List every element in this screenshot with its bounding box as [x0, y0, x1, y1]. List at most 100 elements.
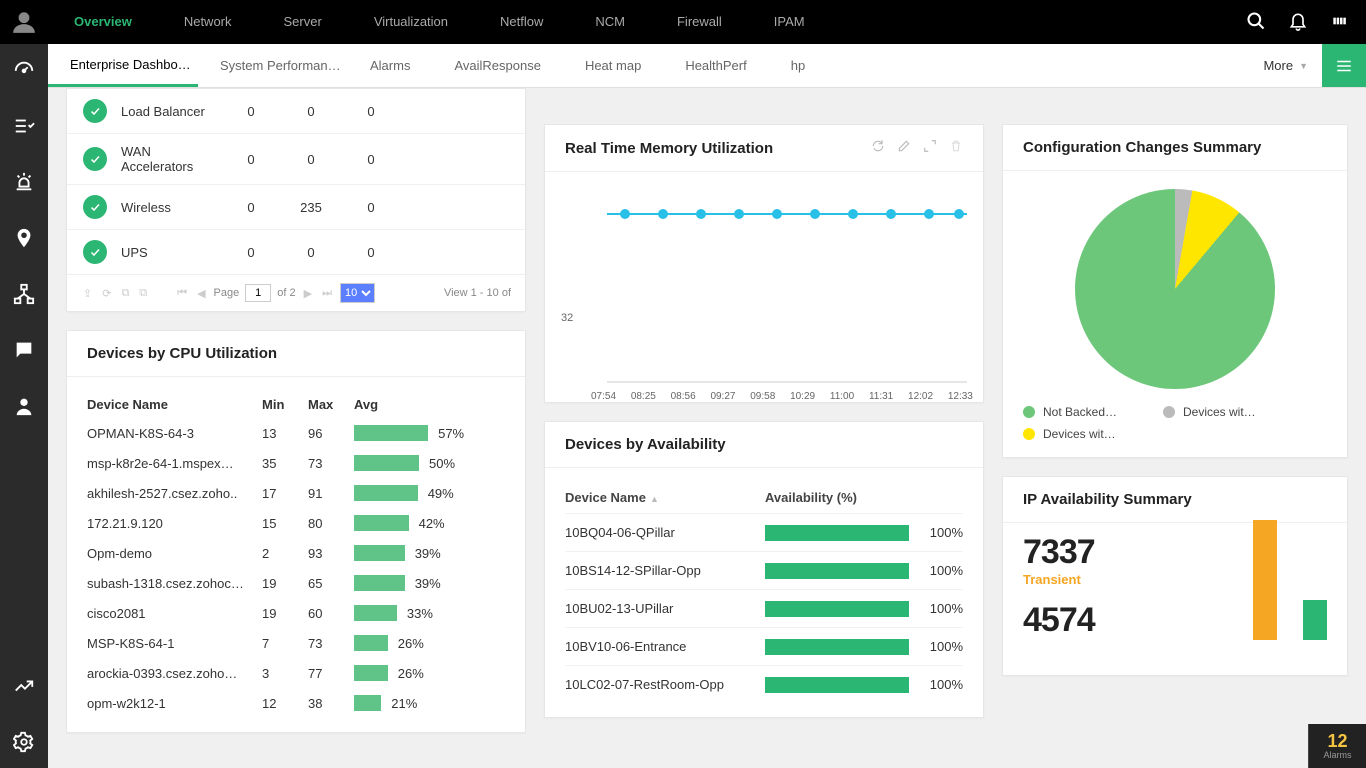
status-ok-icon: [83, 99, 107, 123]
cpu-row[interactable]: cisco2081196033%: [87, 598, 505, 628]
menu-button[interactable]: [1322, 44, 1366, 87]
expand-icon[interactable]: [923, 139, 937, 157]
cpu-row[interactable]: 172.21.9.120158042%: [87, 508, 505, 538]
avail-row[interactable]: 10BU02-13-UPillar100%: [565, 589, 963, 627]
sub-tab[interactable]: hp: [769, 44, 827, 87]
cpu-row[interactable]: msp-k8r2e-64-1.mspex…357350%: [87, 448, 505, 478]
next-page-icon[interactable]: ▶: [302, 287, 314, 300]
cpu-avg: 21%: [391, 696, 417, 711]
device-name: 10BS14-12-SPillar-Opp: [565, 563, 765, 578]
device-name: 10BV10-06-Entrance: [565, 639, 765, 654]
topology-icon[interactable]: [8, 278, 40, 310]
alarms-badge[interactable]: 12 Alarms: [1308, 724, 1366, 768]
settings-icon[interactable]: [8, 726, 40, 758]
status-ok-icon: [83, 147, 107, 171]
export-icon[interactable]: ⇪: [81, 287, 94, 300]
cpu-bar: [354, 485, 418, 501]
col-min[interactable]: Min: [262, 397, 308, 412]
cpu-avg: 39%: [415, 546, 441, 561]
copy-icon[interactable]: ⧉: [119, 287, 131, 300]
nav-tab-ipam[interactable]: IPAM: [748, 0, 831, 44]
edit-icon[interactable]: [897, 139, 911, 157]
type-name: UPS: [121, 245, 221, 260]
nav-tab-ncm[interactable]: NCM: [569, 0, 651, 44]
col-device[interactable]: Device Name▲: [565, 490, 765, 505]
type-row[interactable]: Load Balancer000: [67, 89, 525, 133]
bell-icon[interactable]: [1288, 11, 1308, 34]
avail-row[interactable]: 10LC02-07-RestRoom-Opp100%: [565, 665, 963, 703]
first-page-icon[interactable]: ⏮: [175, 287, 189, 300]
cpu-row[interactable]: OPMAN-K8S-64-3139657%: [87, 418, 505, 448]
nav-tab-network[interactable]: Network: [158, 0, 258, 44]
sub-tab[interactable]: AvailResponse: [432, 44, 562, 87]
nav-tab-firewall[interactable]: Firewall: [651, 0, 748, 44]
status-ok-icon: [83, 195, 107, 219]
type-val: 0: [221, 200, 281, 215]
alarm-icon[interactable]: [8, 166, 40, 198]
device-name: subash-1318.csez.zohoc…: [87, 576, 262, 591]
cpu-row[interactable]: subash-1318.csez.zohoc…196539%: [87, 568, 505, 598]
user-avatar[interactable]: [0, 0, 48, 44]
page-input[interactable]: [245, 284, 271, 302]
left-sidebar: [0, 44, 48, 768]
nav-tab-overview[interactable]: Overview: [48, 0, 158, 44]
more-tabs-button[interactable]: More ▼: [1249, 44, 1322, 87]
nav-tab-virtualization[interactable]: Virtualization: [348, 0, 474, 44]
dashboard-icon[interactable]: [8, 54, 40, 86]
avail-bar: [765, 677, 909, 693]
legend-item[interactable]: Devices wit…: [1163, 405, 1283, 419]
type-val: 235: [281, 200, 341, 215]
page-size-select[interactable]: 10: [340, 283, 375, 303]
sub-tab[interactable]: Alarms: [348, 44, 432, 87]
type-row[interactable]: Wireless02350: [67, 184, 525, 229]
avail-pct: 100%: [919, 639, 963, 654]
avail-row[interactable]: 10BS14-12-SPillar-Opp100%: [565, 551, 963, 589]
cpu-row[interactable]: opm-w2k12-1123821%: [87, 688, 505, 718]
cpu-min: 13: [262, 426, 308, 441]
card-title: Devices by CPU Utilization: [87, 345, 277, 362]
col-device[interactable]: Device Name: [87, 397, 262, 412]
cpu-max: 73: [308, 456, 354, 471]
cpu-avg: 33%: [407, 606, 433, 621]
cpu-row[interactable]: Opm-demo29339%: [87, 538, 505, 568]
sub-tab[interactable]: HealthPerf: [663, 44, 768, 87]
cpu-min: 35: [262, 456, 308, 471]
x-tick: 08:25: [631, 391, 656, 402]
refresh-icon[interactable]: ⟳: [100, 287, 113, 300]
reports-icon[interactable]: [8, 670, 40, 702]
search-icon[interactable]: [1246, 11, 1266, 34]
cpu-row[interactable]: MSP-K8S-64-177326%: [87, 628, 505, 658]
page-of: of 2: [277, 287, 295, 299]
nav-tab-netflow[interactable]: Netflow: [474, 0, 569, 44]
legend-item[interactable]: Devices wit…: [1023, 427, 1143, 441]
col-avg[interactable]: Avg: [354, 397, 505, 412]
delete-icon[interactable]: [949, 139, 963, 157]
cpu-avg: 26%: [398, 666, 424, 681]
sub-tab[interactable]: System Performan…: [198, 44, 348, 87]
device-name: 10LC02-07-RestRoom-Opp: [565, 677, 765, 692]
sub-tab[interactable]: Enterprise Dashbo…: [48, 44, 198, 87]
avail-row[interactable]: 10BV10-06-Entrance 100%: [565, 627, 963, 665]
col-max[interactable]: Max: [308, 397, 354, 412]
legend-item[interactable]: Not Backed…: [1023, 405, 1143, 419]
cpu-row[interactable]: akhilesh-2527.csez.zoho..179149%: [87, 478, 505, 508]
chat-icon[interactable]: [8, 334, 40, 366]
col-availability[interactable]: Availability (%): [765, 490, 963, 505]
type-row[interactable]: WAN Accelerators000: [67, 133, 525, 184]
x-tick: 09:27: [710, 391, 735, 402]
battery-icon[interactable]: [1330, 11, 1350, 34]
copy2-icon[interactable]: ⧉: [137, 287, 149, 300]
x-tick: 08:56: [671, 391, 696, 402]
cpu-row[interactable]: arockia-0393.csez.zoho…37726%: [87, 658, 505, 688]
last-page-icon[interactable]: ⏭: [320, 287, 334, 300]
prev-page-icon[interactable]: ◀: [195, 287, 207, 300]
type-row[interactable]: UPS000: [67, 229, 525, 274]
nav-tab-server[interactable]: Server: [258, 0, 348, 44]
map-pin-icon[interactable]: [8, 222, 40, 254]
x-tick: 10:29: [790, 391, 815, 402]
avail-row[interactable]: 10BQ04-06-QPillar100%: [565, 513, 963, 551]
user-icon[interactable]: [8, 390, 40, 422]
list-check-icon[interactable]: [8, 110, 40, 142]
sub-tab[interactable]: Heat map: [563, 44, 663, 87]
refresh-icon[interactable]: [871, 139, 885, 157]
